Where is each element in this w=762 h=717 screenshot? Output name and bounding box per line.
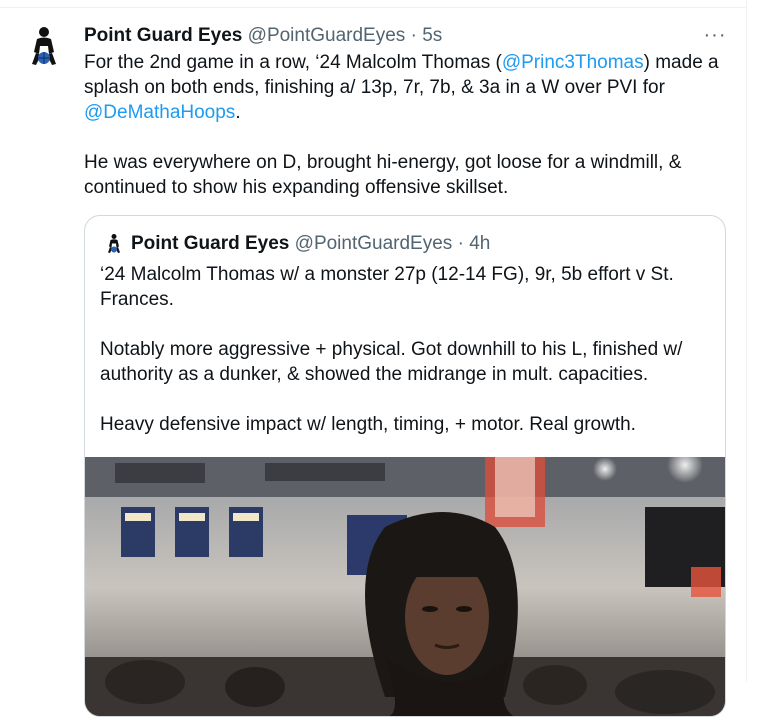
author-name[interactable]: Point Guard Eyes <box>84 25 242 46</box>
quoted-tweet-card[interactable]: Point Guard Eyes @PointGuardEyes · 4h ‘2… <box>84 215 726 717</box>
quoted-tweet-photo[interactable] <box>85 447 725 716</box>
author-handle[interactable]: @PointGuardEyes <box>248 25 406 46</box>
avatar-icon[interactable] <box>24 24 64 70</box>
quoted-tweet-header: Point Guard Eyes @PointGuardEyes · 4h <box>131 232 490 256</box>
tweet-text-segment: . <box>235 102 241 123</box>
quoted-paragraph-1: ‘24 Malcolm Thomas w/ a monster 27p (12-… <box>100 264 674 310</box>
tweet-text: For the 2nd game in a row, ‘24 Malcolm T… <box>84 50 734 200</box>
separator-dot: · <box>410 25 417 46</box>
tweet-header: Point Guard Eyes @PointGuardEyes · 5s <box>84 24 442 48</box>
quoted-timestamp[interactable]: 4h <box>469 233 490 254</box>
tweet-paragraph-1: For the 2nd game in a row, ‘24 Malcolm T… <box>84 50 734 125</box>
quoted-separator-dot: · <box>457 233 464 254</box>
tweet-timestamp[interactable]: 5s <box>422 25 442 46</box>
right-divider <box>746 0 747 682</box>
quoted-paragraph-2: Notably more aggressive + physical. Got … <box>100 339 683 385</box>
quoted-avatar-icon[interactable] <box>104 232 124 256</box>
tweet-paragraph-2: He was everywhere on D, brought hi-energ… <box>84 152 682 198</box>
tweet-text-segment: For the 2nd game in a row, ‘24 Malcolm T… <box>84 52 502 73</box>
top-divider <box>0 7 746 8</box>
quoted-author-handle[interactable]: @PointGuardEyes <box>295 233 453 254</box>
mention-demathahoops-link[interactable]: @DeMathaHoops <box>84 102 235 123</box>
quoted-paragraph-3: Heavy defensive impact w/ length, timing… <box>100 414 636 435</box>
quoted-author-name[interactable]: Point Guard Eyes <box>131 233 289 254</box>
quoted-tweet-text: ‘24 Malcolm Thomas w/ a monster 27p (12-… <box>100 262 710 437</box>
mention-princ3thomas-link[interactable]: @Princ3Thomas <box>502 52 644 73</box>
more-options-button[interactable]: ··· <box>700 22 730 48</box>
more-horizontal-icon: ··· <box>703 24 727 46</box>
